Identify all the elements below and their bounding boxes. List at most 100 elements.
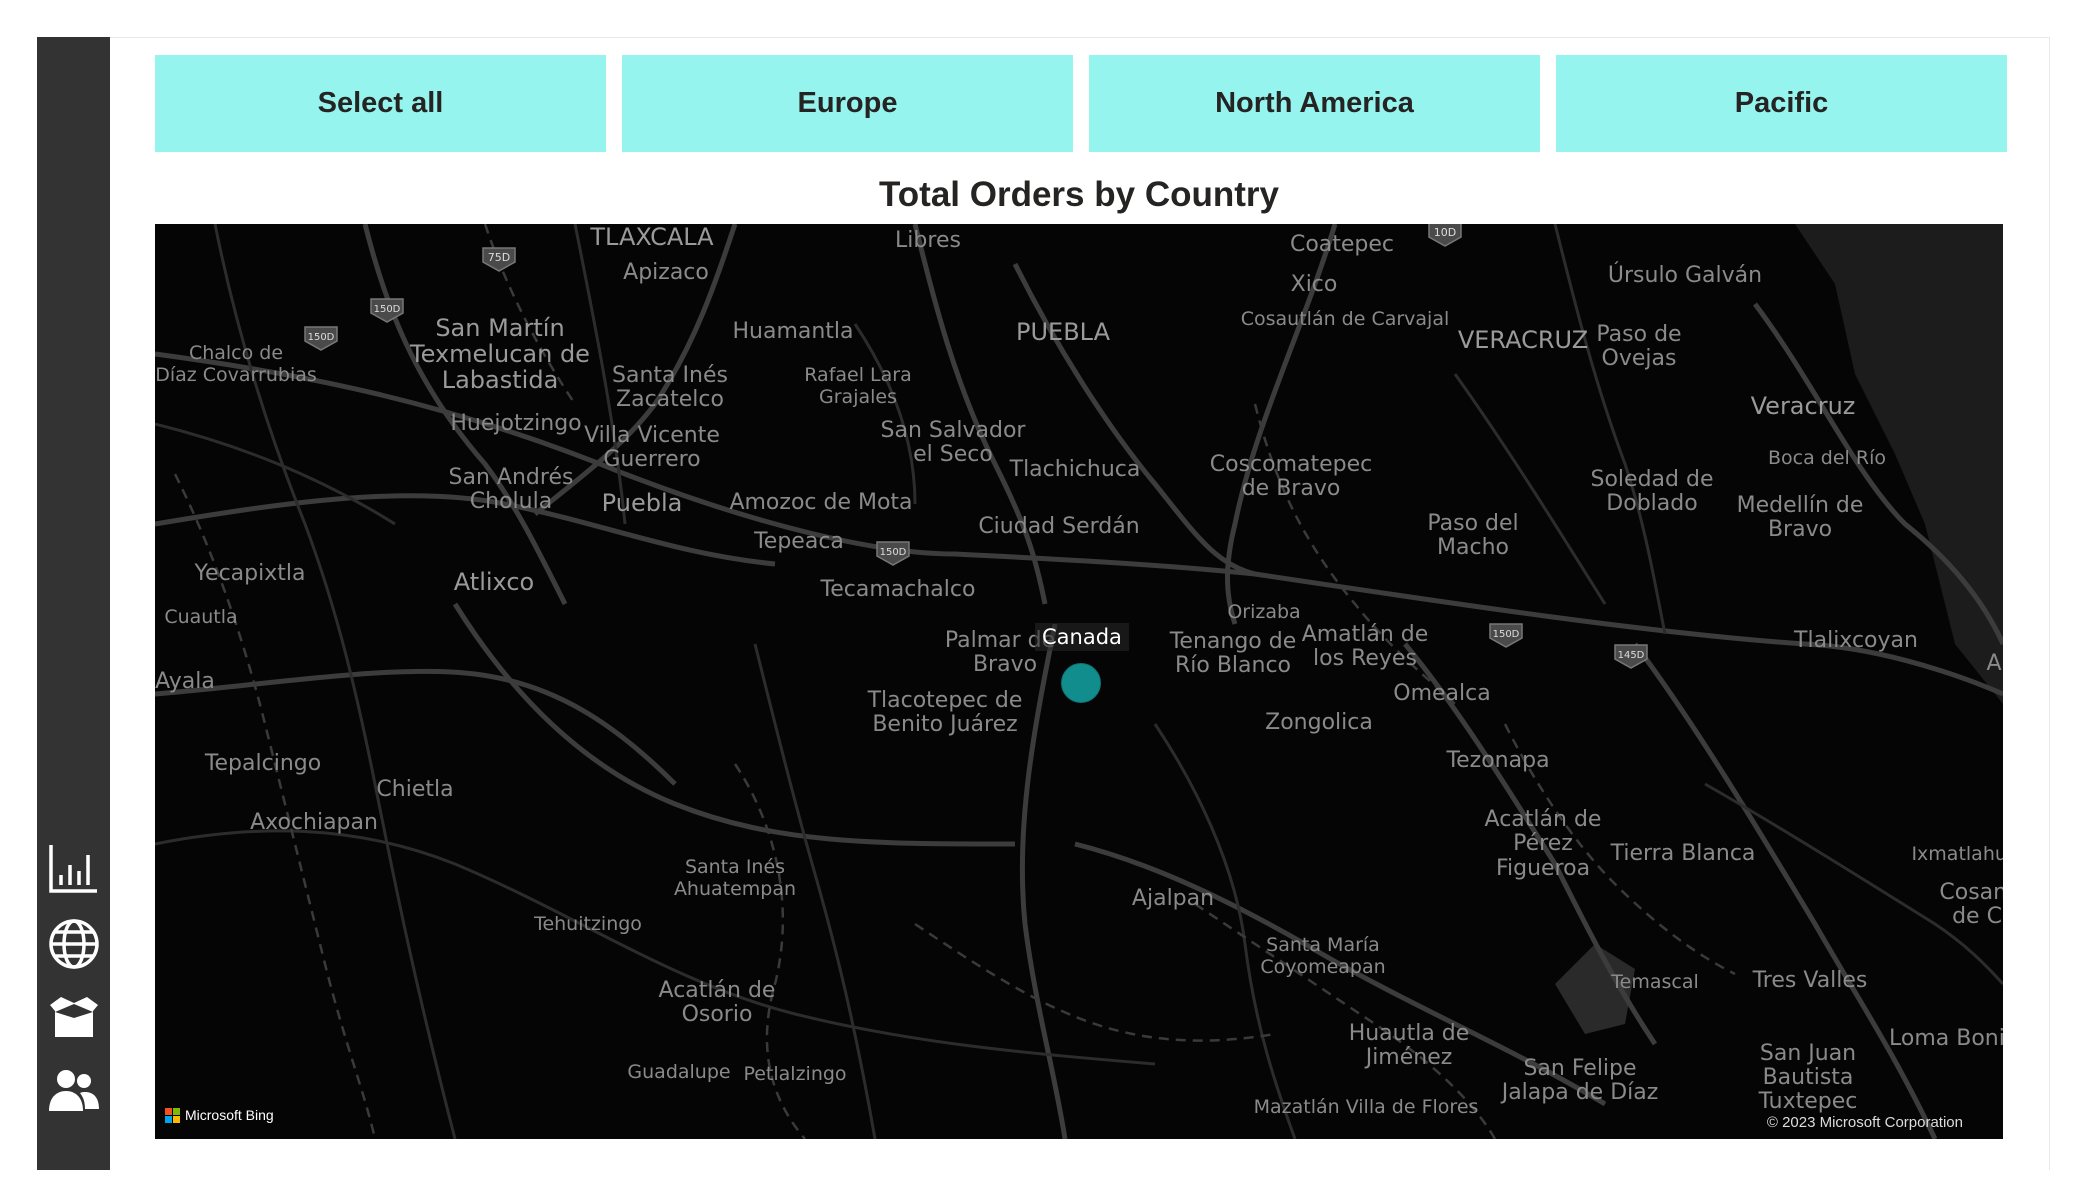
map-label: Guadalupe bbox=[627, 1061, 731, 1083]
map-label: Tlachichuca bbox=[1009, 457, 1141, 482]
map-label: Jiménez bbox=[1365, 1045, 1453, 1070]
map-label: Veracruz bbox=[1750, 392, 1856, 420]
svg-text:150D: 150D bbox=[880, 547, 907, 558]
map-label: Xico bbox=[1290, 272, 1338, 297]
map-label: San Felipe bbox=[1523, 1056, 1637, 1081]
map-label: Tuxtepec bbox=[1758, 1089, 1858, 1114]
map-label: Tepalcingo bbox=[204, 751, 322, 776]
sidebar bbox=[37, 37, 110, 1170]
map-label: Díaz Covarrubias bbox=[155, 364, 317, 386]
map-label: Ciudad Serdán bbox=[978, 514, 1140, 539]
map-label: Osorio bbox=[681, 1002, 753, 1027]
map-label: Ahuatempan bbox=[673, 878, 797, 900]
map-label: Axochiapan bbox=[250, 810, 378, 835]
map-label: de C bbox=[1952, 904, 2002, 929]
box-icon[interactable] bbox=[37, 987, 110, 1049]
map-label: Coatepec bbox=[1289, 232, 1395, 257]
map-copyright: © 2023 Microsoft Corporation bbox=[1766, 1114, 1963, 1131]
map-label: Tenango de bbox=[1169, 629, 1297, 654]
map-label: A bbox=[1986, 651, 2002, 676]
map-label: Grajales bbox=[819, 386, 897, 408]
map-label: Santa María bbox=[1266, 934, 1380, 956]
map-label: Atlixco bbox=[453, 568, 535, 596]
bar-chart-icon[interactable] bbox=[37, 837, 110, 899]
map-label: Bautista bbox=[1762, 1065, 1854, 1090]
highway-shield: 150D bbox=[304, 326, 338, 351]
map-label: Cuautla bbox=[164, 606, 238, 628]
svg-text:150D: 150D bbox=[1493, 629, 1520, 640]
bing-attribution: Microsoft Bing bbox=[165, 1107, 274, 1123]
map-label: Cosam bbox=[1939, 880, 2003, 905]
map-label: Yecapixtla bbox=[194, 561, 306, 586]
users-icon[interactable] bbox=[37, 1061, 110, 1123]
map-label: Coyomeapan bbox=[1260, 956, 1386, 978]
map-label: Ajalpan bbox=[1131, 886, 1215, 911]
map-label: San Andrés bbox=[448, 465, 574, 490]
slicer-europe-button[interactable]: Europe bbox=[622, 55, 1073, 152]
map-label: Benito Juárez bbox=[872, 712, 1018, 737]
map-label: Guerrero bbox=[603, 447, 701, 472]
map-label: Tres Valles bbox=[1752, 968, 1868, 993]
map-label: Ovejas bbox=[1601, 346, 1677, 371]
bubble-label: Canada bbox=[1035, 623, 1129, 651]
canada-data-bubble[interactable] bbox=[1061, 663, 1101, 703]
slicer-north-america-button[interactable]: North America bbox=[1089, 55, 1540, 152]
map-label: Chietla bbox=[376, 777, 454, 802]
svg-text:145D: 145D bbox=[1618, 650, 1645, 661]
map-label: Coscomatepec bbox=[1209, 452, 1373, 477]
map-label: PUEBLA bbox=[1015, 318, 1111, 346]
map-label: Apizaco bbox=[623, 260, 709, 285]
map-label: Zongolica bbox=[1265, 710, 1373, 735]
map-label: Amatlán de bbox=[1301, 622, 1429, 647]
map-label: Bravo bbox=[1767, 517, 1833, 542]
map-label: Tlacotepec de bbox=[867, 688, 1023, 713]
map-label: Ixmatlahua bbox=[1911, 843, 2003, 865]
map-label: Santa Inés bbox=[612, 363, 728, 388]
highway-shield: 145D bbox=[1614, 644, 1648, 669]
map-label: Medellín de bbox=[1736, 493, 1864, 518]
map-label: Río Blanco bbox=[1174, 653, 1292, 678]
map-label: Figueroa bbox=[1495, 856, 1591, 881]
map-label: Cholula bbox=[469, 489, 553, 514]
map-label: San Salvador bbox=[880, 418, 1026, 443]
map-label: Cosautlán de Carvajal bbox=[1240, 308, 1450, 330]
map-label: Mazatlán Villa de Flores bbox=[1253, 1096, 1479, 1118]
map-label: Tierra Blanca bbox=[1610, 841, 1756, 866]
map-label: Soledad de bbox=[1590, 467, 1714, 492]
highway-shield: 150D bbox=[1489, 623, 1523, 648]
map-label: Paso del bbox=[1427, 511, 1519, 536]
map-label: Tezonapa bbox=[1446, 748, 1550, 773]
svg-text:150D: 150D bbox=[308, 332, 335, 343]
map-label: Labastida bbox=[441, 366, 559, 394]
svg-text:75D: 75D bbox=[488, 251, 510, 264]
map-label: Huejotzingo bbox=[450, 411, 582, 436]
map-label: VERACRUZ bbox=[1457, 326, 1589, 354]
attribution-text: Microsoft Bing bbox=[185, 1107, 274, 1123]
map-label: Pérez bbox=[1513, 831, 1573, 856]
map-label: Puebla bbox=[601, 489, 683, 517]
map-label: Temascal bbox=[1611, 971, 1699, 993]
map-label: los Reyes bbox=[1313, 646, 1417, 671]
slicer-pacific-button[interactable]: Pacific bbox=[1556, 55, 2007, 152]
map-label: Omealca bbox=[1393, 681, 1491, 706]
map-label: Tehuitzingo bbox=[534, 913, 642, 935]
map-label: el Seco bbox=[913, 442, 993, 467]
map-label: San Martín bbox=[435, 314, 565, 342]
globe-icon[interactable] bbox=[37, 913, 110, 975]
map-label: Amozoc de Mota bbox=[729, 490, 913, 515]
map-label: Tecamachalco bbox=[820, 577, 976, 602]
highway-shield: 150D bbox=[876, 541, 910, 566]
highway-shield: 75D bbox=[482, 247, 516, 272]
map-label: Loma Bonita bbox=[1889, 1026, 2003, 1051]
map-label: Bravo bbox=[972, 652, 1038, 677]
highway-shield: 10D bbox=[1428, 224, 1462, 247]
chart-title: Total Orders by Country bbox=[879, 175, 1279, 214]
map-label: Úrsulo Galván bbox=[1607, 263, 1763, 288]
map-label: Santa Inés bbox=[684, 856, 786, 878]
map-visual[interactable]: TLAXCALA Apizaco Libres Coatepec Xico Úr… bbox=[155, 224, 2003, 1139]
map-label: Acatlán de bbox=[1484, 807, 1602, 832]
map-label: Rafael Lara bbox=[804, 364, 912, 386]
svg-text:150D: 150D bbox=[374, 304, 401, 315]
slicer-select-all-button[interactable]: Select all bbox=[155, 55, 606, 152]
map-label: Texmelucan de bbox=[410, 340, 590, 368]
